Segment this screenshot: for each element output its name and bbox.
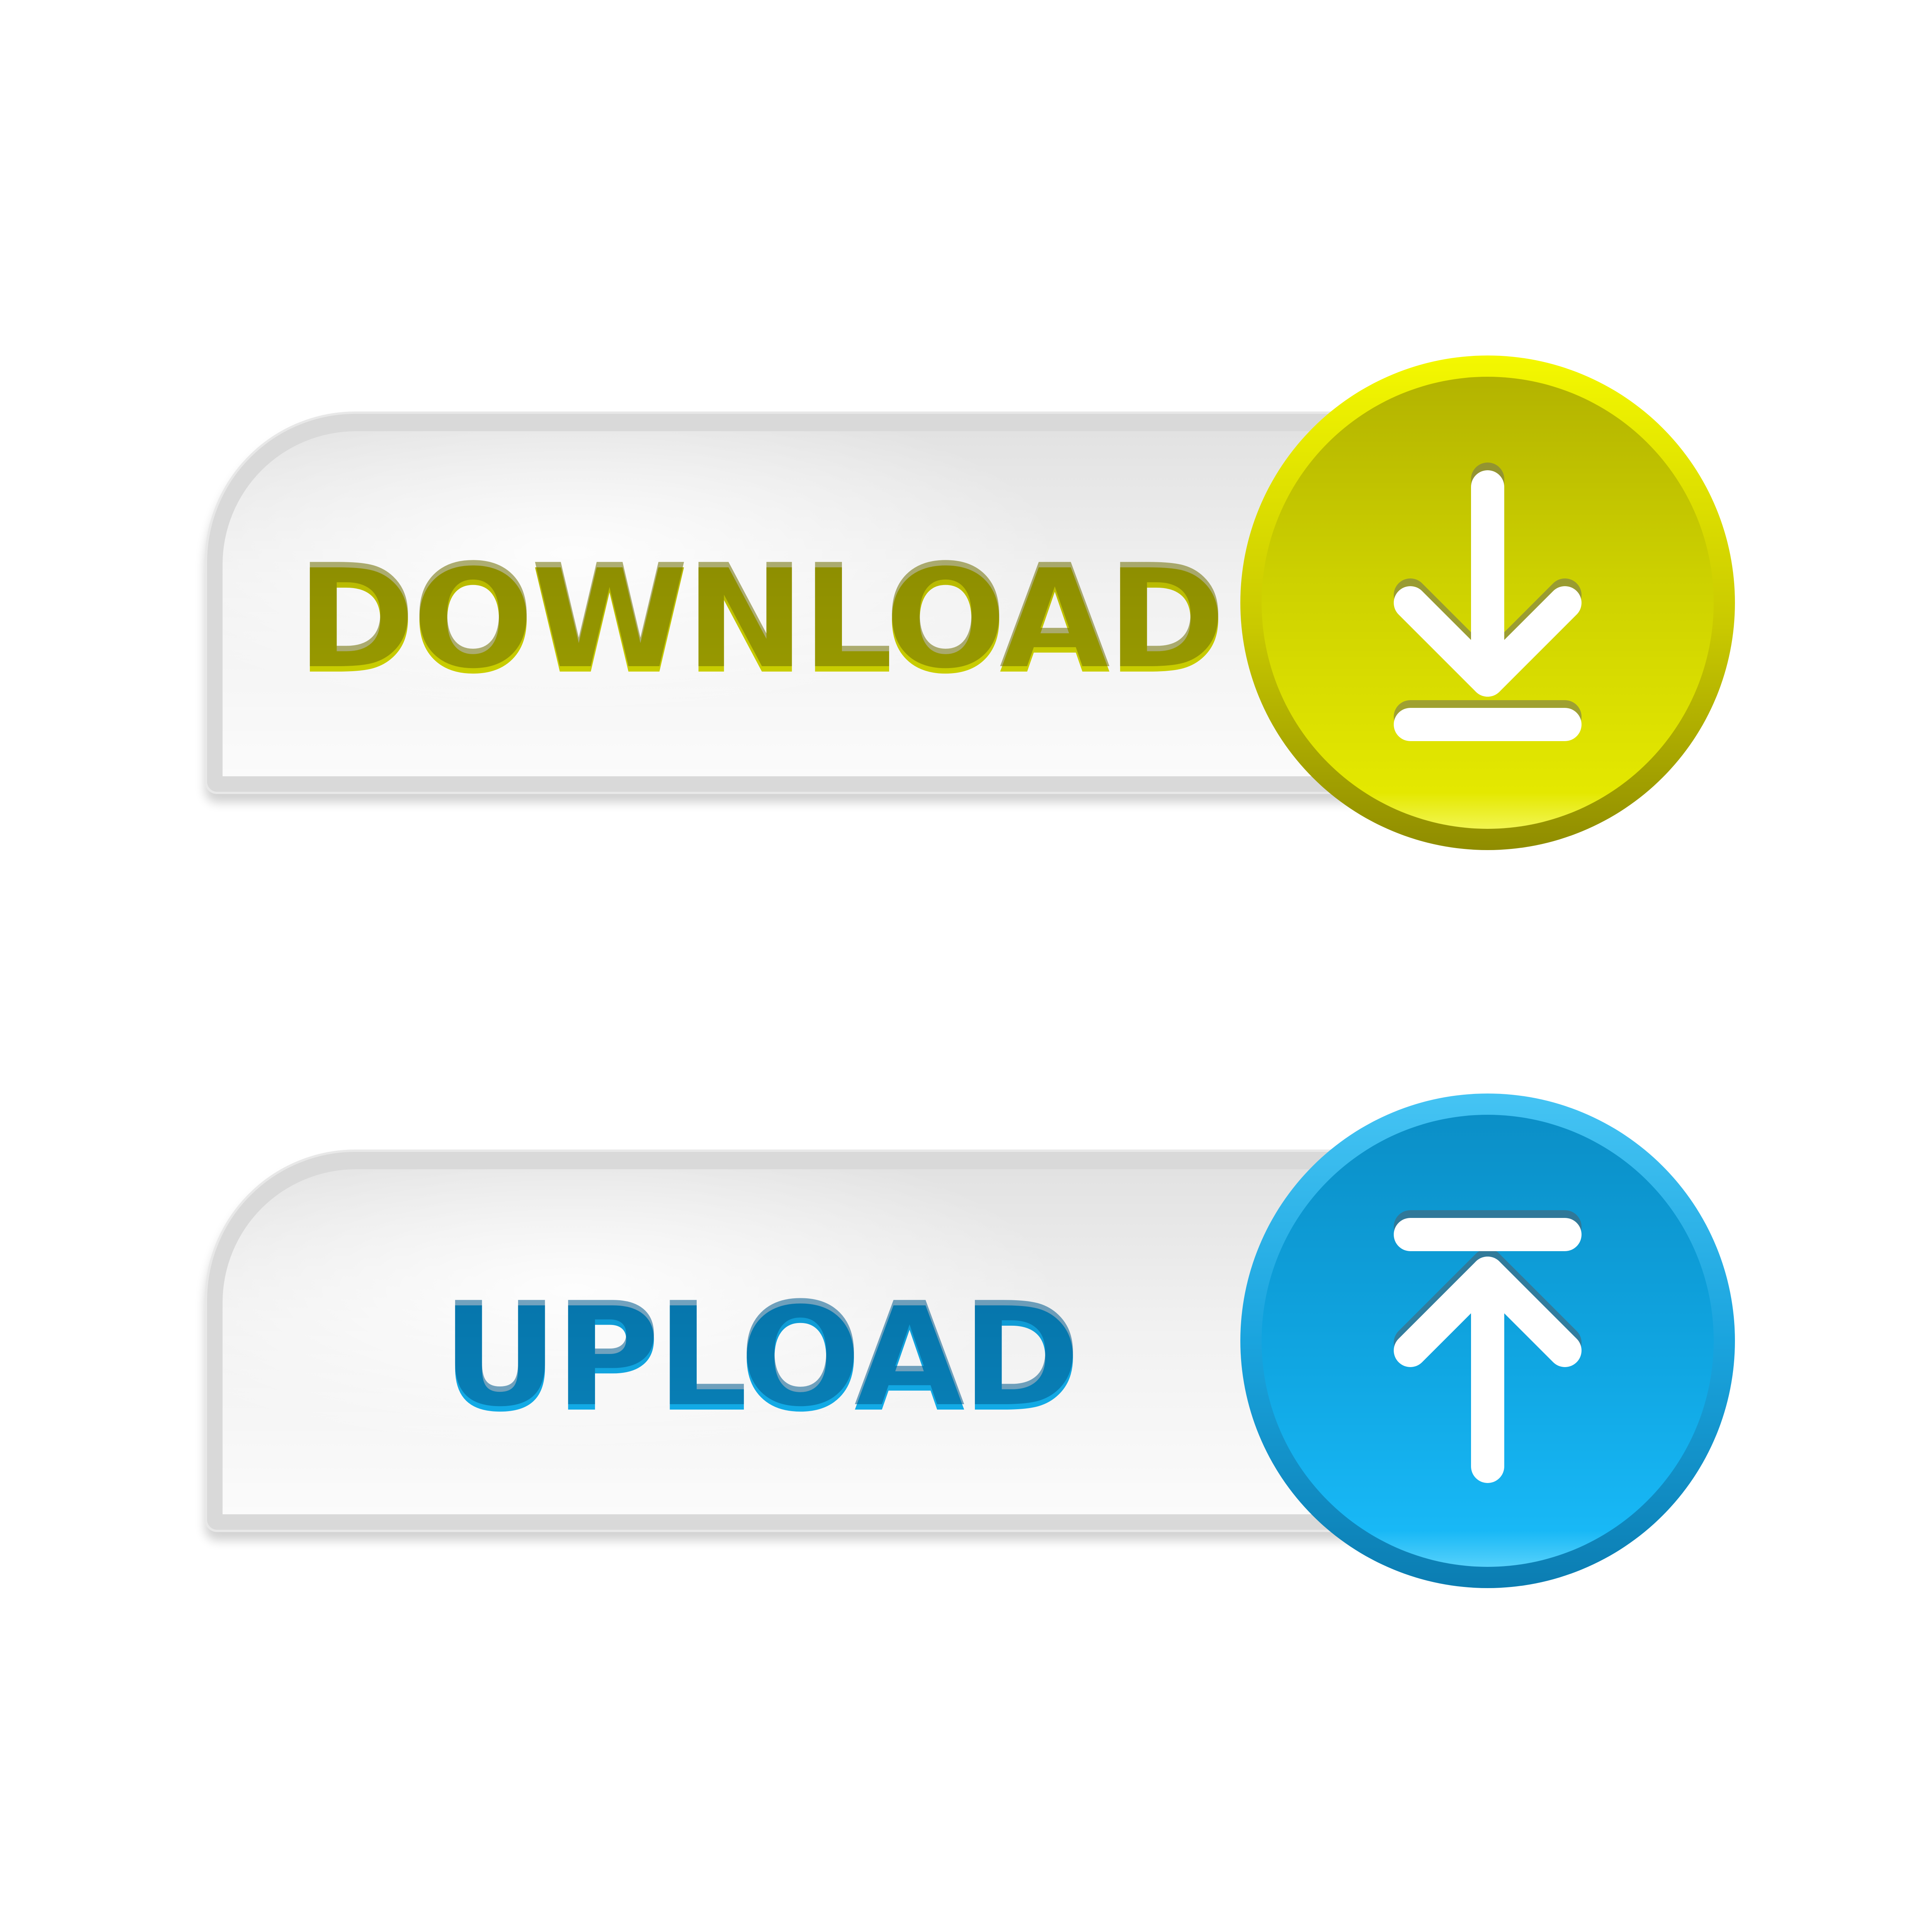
upload-label-face: UPLOAD (223, 1169, 1389, 1514)
download-arrow-icon (1394, 463, 1582, 741)
upload-arrow-icon (1394, 1210, 1582, 1483)
upload-label: UPLOAD (238, 1169, 1281, 1552)
download-button[interactable]: DOWNLOAD (205, 355, 1743, 850)
upload-icon-badge[interactable] (1240, 1094, 1735, 1588)
upload-label-plate[interactable]: UPLOAD (205, 1150, 1391, 1532)
download-label-face: DOWNLOAD (223, 431, 1389, 776)
download-icon-badge[interactable] (1240, 355, 1735, 850)
download-label: DOWNLOAD (238, 431, 1281, 814)
download-label-plate[interactable]: DOWNLOAD (205, 412, 1391, 794)
upload-button[interactable]: UPLOAD (205, 1094, 1743, 1588)
